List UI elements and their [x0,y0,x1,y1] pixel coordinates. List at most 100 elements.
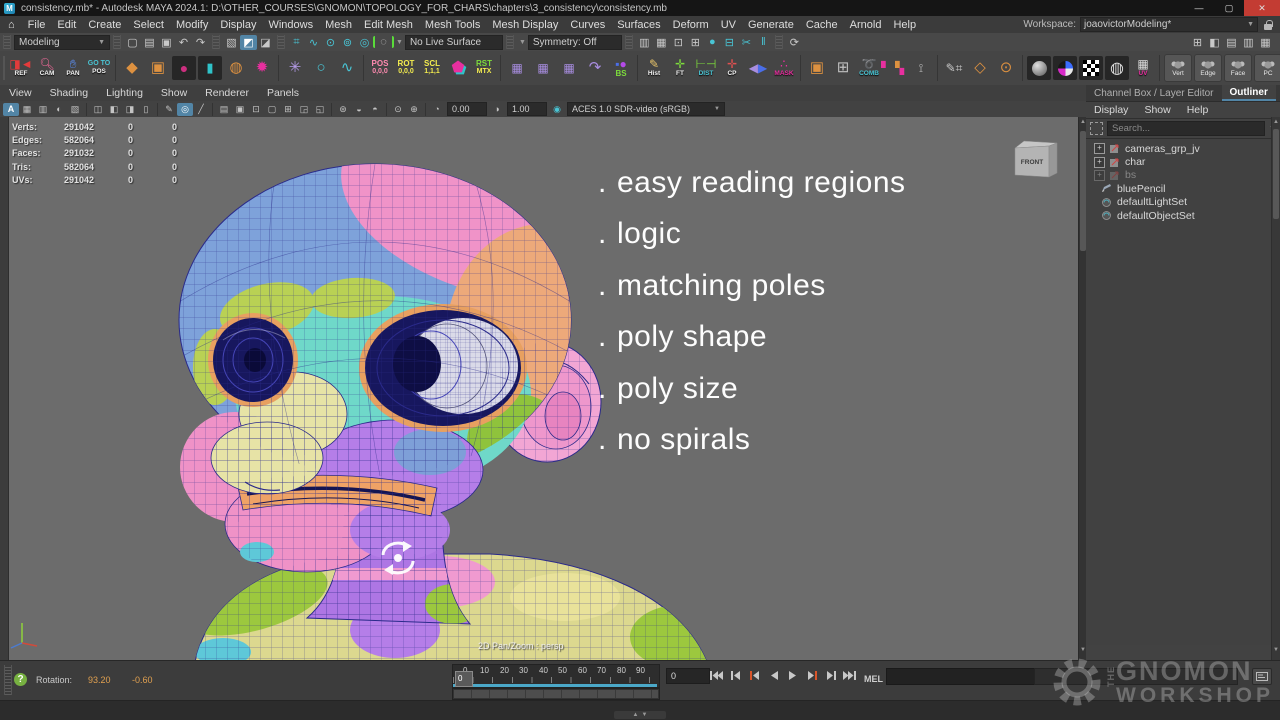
shelf-lattice-icon[interactable]: ▦ [530,53,556,84]
shelf-shaded-sphere-icon[interactable] [1027,56,1051,80]
wireframe-on-shaded-icon[interactable]: ◎ [177,103,193,116]
make-live-icon[interactable]: ◌ [373,36,394,48]
color-management-icon[interactable]: ◉ [549,103,565,116]
snap-point-icon[interactable]: ⊙ [322,35,339,50]
menuset-dropdown[interactable]: Modeling ▼ [14,35,110,50]
frame-all-icon[interactable]: ◲ [296,103,312,116]
shelf-rot-values-button[interactable]: ROT0,0,0 [393,53,419,84]
scroll-down-icon[interactable]: ▼ [1272,647,1280,653]
grip-handle[interactable] [3,56,5,80]
close-button[interactable]: ✕ [1244,0,1280,16]
camera-attributes-icon[interactable]: ◫ [90,103,106,116]
step-forward-frame-button[interactable] [822,667,839,683]
viewport-persp[interactable]: Verts:29104200 Edges:58206400 Faces:2910… [0,117,1078,660]
gate-mask-icon[interactable]: ▣ [232,103,248,116]
grease-pencil-icon[interactable]: ✎ [161,103,177,116]
outliner-item-default-light-set[interactable]: defaultLightSet [1086,196,1280,209]
film-gate-icon[interactable]: ▥ [35,103,51,116]
collapse-handle[interactable]: ▲▼ [614,711,666,719]
grip-handle[interactable] [625,35,633,49]
camera-lock-icon[interactable]: ◨ [122,103,138,116]
select-object-icon[interactable]: ◩ [240,35,257,50]
panel-menu-shading[interactable]: Shading [41,87,98,99]
shelf-pan-button[interactable]: ✋︎PAN [60,53,86,84]
shelf-reset-matrix-button[interactable]: RSTMTX [471,53,497,84]
menu-generate[interactable]: Generate [742,19,800,31]
shelf-vert-button[interactable]: Vert [1164,54,1192,82]
lighting-toggle-icon[interactable]: ⊛ [335,103,351,116]
expand-icon[interactable]: + [1094,170,1105,181]
search-input[interactable] [1107,121,1265,136]
shelf-locator-icon[interactable]: ✳ [282,53,308,84]
shelf-sphere-soft-icon[interactable]: ◆ [119,53,145,84]
shelf-pos-values-button[interactable]: POS0,0,0 [367,53,393,84]
menu-windows[interactable]: Windows [262,19,319,31]
menu-uv[interactable]: UV [715,19,742,31]
save-scene-icon[interactable]: ▣ [158,35,175,50]
tool-settings-toggle-icon[interactable]: ▥ [1240,35,1257,50]
render-current-frame-icon[interactable]: ▦ [653,35,670,50]
snap-curve-icon[interactable]: ∿ [305,35,322,50]
go-to-end-button[interactable] [841,667,858,683]
cut-icon[interactable]: ✂ [738,35,755,50]
outliner-item-default-object-set[interactable]: defaultObjectSet [1086,209,1280,222]
shelf-cam-zoom-button[interactable]: 🔍︎CAM [34,53,60,84]
gamma-icon[interactable]: ◑ [489,103,505,116]
colorspace-dropdown[interactable]: ACES 1.0 SDR-video (sRGB) ▼ [567,102,725,116]
current-frame-field[interactable] [666,668,710,684]
menu-mesh-display[interactable]: Mesh Display [486,19,564,31]
shelf-lattice-icon[interactable]: ▦ [556,53,582,84]
shelf-colorwheel-icon[interactable] [1053,56,1077,80]
grip-handle[interactable] [277,35,285,49]
scroll-up-icon[interactable]: ▲ [1272,119,1280,125]
attribute-editor-toggle-icon[interactable]: ▤ [1223,35,1240,50]
shelf-barrel-icon[interactable]: ◍ [223,53,249,84]
panel-menu-panels[interactable]: Panels [258,87,308,99]
exposure-field[interactable]: 0.00 [447,102,487,116]
menu-deform[interactable]: Deform [667,19,715,31]
shelf-face-button[interactable]: Face [1224,54,1252,82]
snap-projected-center-icon[interactable]: ⊚ [339,35,356,50]
play-backwards-button[interactable] [765,667,782,683]
exposure-icon[interactable]: ◔ [429,103,445,116]
new-scene-icon[interactable]: ▢ [124,35,141,50]
menu-edit-mesh[interactable]: Edit Mesh [358,19,419,31]
scrollbar-thumb[interactable] [1273,129,1279,219]
textured-mode-icon[interactable]: ▧ [67,103,83,116]
step-back-frame-button[interactable] [727,667,744,683]
menu-modify[interactable]: Modify [170,19,214,31]
command-result-field[interactable] [1034,668,1238,685]
shelf-cube-icon[interactable]: ▣ [145,53,171,84]
open-scene-icon[interactable]: ▤ [141,35,158,50]
outliner-menu-help[interactable]: Help [1179,104,1217,116]
shelf-center-pivot-button[interactable]: ✛CP [719,53,745,84]
outliner-menu-display[interactable]: Display [1086,104,1136,116]
expand-icon[interactable]: + [1094,143,1105,154]
step-back-key-button[interactable] [746,667,763,683]
modeling-toolkit-toggle-icon[interactable]: ⊞ [1189,35,1206,50]
shelf-distance-button[interactable]: ⊢⊣DIST [693,53,719,84]
command-line-input[interactable] [886,668,1038,685]
command-language-label[interactable]: MEL [864,674,883,684]
isolate-select-icon[interactable]: ⊙ [390,103,406,116]
live-surface-field[interactable]: No Live Surface [405,35,503,50]
default-material-icon[interactable]: ╱ [193,103,209,116]
shelf-cylinder-icon[interactable]: ▮ [198,56,222,80]
shelf-edge-button[interactable]: Edge [1194,54,1222,82]
minimize-button[interactable]: — [1184,0,1214,16]
menu-cache[interactable]: Cache [800,19,844,31]
select-hierarchy-icon[interactable]: ▧ [223,35,240,50]
shelf-pc-button[interactable]: PC [1254,54,1280,82]
shelf-lattice-icon[interactable]: ▦ [504,53,530,84]
current-frame-marker[interactable]: 0 [455,671,473,687]
panel-menu-renderer[interactable]: Renderer [196,87,258,99]
shelf-wire-sphere-icon[interactable]: ◍ [1105,56,1129,80]
panel-menu-show[interactable]: Show [152,87,196,99]
chevron-down-icon[interactable]: ▼ [519,39,526,46]
launch-render-icon[interactable]: ⊟ [721,35,738,50]
outliner-menu-show[interactable]: Show [1136,104,1178,116]
workspace-dropdown[interactable]: joaovictorModeling* ▼ [1080,17,1258,32]
workspace-lock-icon[interactable] [1262,19,1274,31]
maximize-button[interactable]: ▢ [1214,0,1244,16]
view-cube-front-label[interactable]: FRONT [1021,159,1043,166]
